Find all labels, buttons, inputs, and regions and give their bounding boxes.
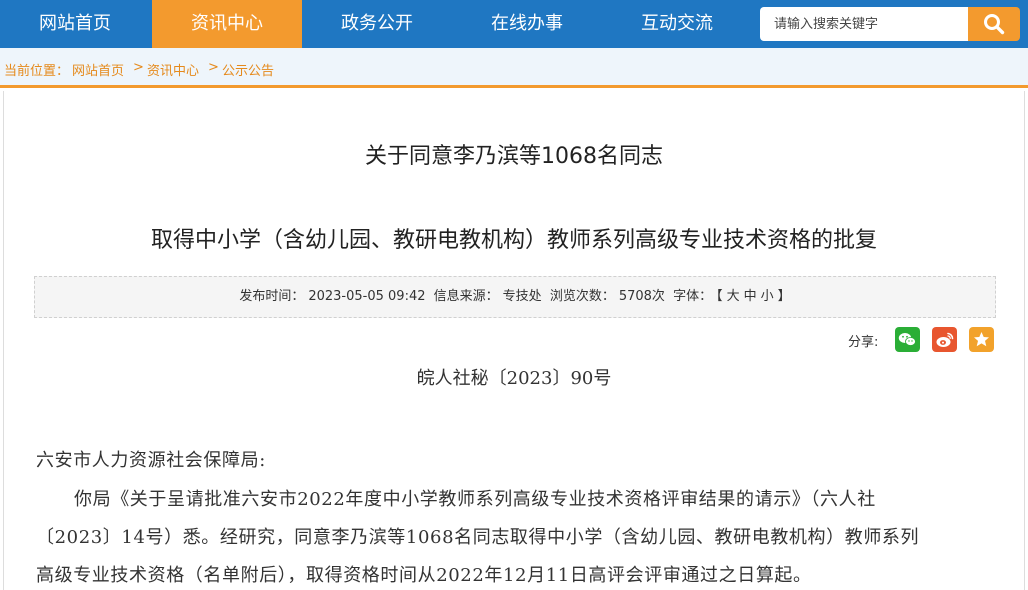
font-size-close: 】 xyxy=(777,289,791,304)
font-size-small[interactable]: 小 xyxy=(761,289,774,304)
weibo-icon xyxy=(936,332,954,347)
nav-item-interaction[interactable]: 互动交流 xyxy=(602,0,752,48)
body-paragraph-line: 〔2023〕14号）悉。经研究，同意李乃滨等1068名同志取得中小学（含幼儿园、… xyxy=(36,527,920,548)
nav-item-online-services[interactable]: 在线办事 xyxy=(452,0,602,48)
font-size-large[interactable]: 大 xyxy=(727,289,740,304)
font-size-open: 【 xyxy=(716,289,723,304)
favorite-icon xyxy=(974,332,989,347)
addressee: 六安市人力资源社会保障局: xyxy=(36,450,266,471)
publish-time-label: 发布时间： xyxy=(239,289,305,304)
font-size-medium[interactable]: 中 xyxy=(744,289,757,304)
wechat-icon xyxy=(898,333,916,346)
share-label: 分享: xyxy=(848,335,879,350)
publish-time: 2023-05-05 09:42 xyxy=(308,289,426,304)
article-title-line1: 关于同意李乃滨等1068名同志 xyxy=(365,144,663,169)
breadcrumb: 当前位置： 网站首页 > 资讯中心 > 公示公告 xyxy=(0,48,1028,88)
document-number: 皖人社秘〔2023〕90号 xyxy=(416,368,612,389)
nav-item-news[interactable]: 资讯中心 xyxy=(152,0,302,48)
views-count: 5708次 xyxy=(618,289,665,304)
search-button[interactable] xyxy=(968,7,1020,41)
breadcrumb-announcements[interactable]: 公示公告 xyxy=(222,60,274,79)
share-weibo-button[interactable] xyxy=(932,327,957,352)
nav-item-home[interactable]: 网站首页 xyxy=(0,0,150,48)
article-title-line2: 取得中小学（含幼儿园、教研电教机构）教师系列高级专业技术资格的批复 xyxy=(150,228,877,253)
share-favorite-button[interactable] xyxy=(969,327,994,352)
article-meta: 发布时间： 2023-05-05 09:42 信息来源： 专技处 浏览次数： 5708… xyxy=(34,276,996,318)
search-input[interactable] xyxy=(760,7,968,41)
breadcrumb-home[interactable]: 网站首页 xyxy=(72,60,124,79)
breadcrumb-separator: > xyxy=(208,60,219,75)
search-icon xyxy=(984,14,1005,35)
font-size-label: 字体： xyxy=(673,289,713,304)
body-paragraph-line: 高级专业技术资格（名单附后），取得资格时间从2022年12月11日高评会评审通过… xyxy=(36,565,812,586)
views-label: 浏览次数： xyxy=(549,289,615,304)
breadcrumb-news[interactable]: 资讯中心 xyxy=(147,60,199,79)
nav-item-government-affairs[interactable]: 政务公开 xyxy=(302,0,452,48)
source: 专技处 xyxy=(502,289,542,304)
breadcrumb-separator: > xyxy=(133,60,144,75)
source-label: 信息来源： xyxy=(433,289,499,304)
body-paragraph-line: 你局《关于呈请批准六安市2022年度中小学教师系列高级专业技术资格评审结果的请示… xyxy=(74,489,876,510)
share-wechat-button[interactable] xyxy=(895,327,920,352)
top-nav: 网站首页 资讯中心 政务公开 在线办事 互动交流 xyxy=(0,0,1028,48)
breadcrumb-prefix: 当前位置： xyxy=(4,64,70,79)
